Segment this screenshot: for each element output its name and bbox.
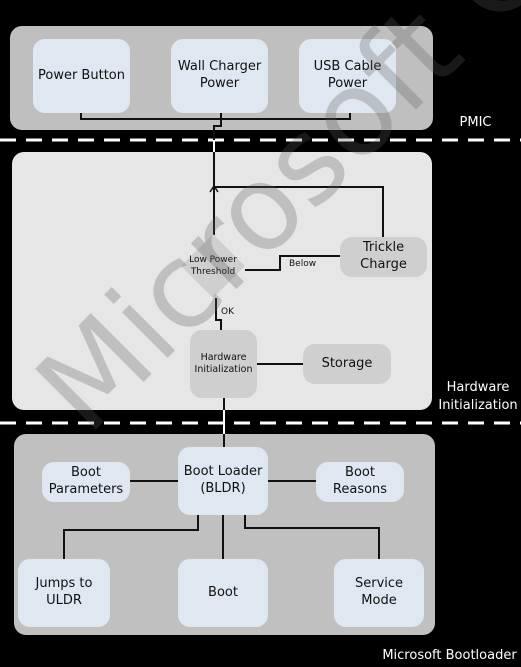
microsoft-bootloader-label: Microsoft Bootloader [382,648,517,663]
hardware-init-box: Hardware Initialization [190,330,257,398]
service-mode-box: Service Mode [334,559,424,627]
storage-box: Storage [303,344,391,384]
usb-cable-box: USB Cable Power [299,39,396,113]
service-line [244,515,380,559]
trickle-charge-box: Trickle Charge [340,237,427,277]
low-power-threshold-text: Low Power Threshold [189,255,237,277]
below-label: Below [289,259,317,269]
boot-flow-diagram: Power Button Wall Charger Power USB Cabl… [0,0,521,667]
boot-loader-box: Boot Loader (BLDR) [178,447,268,515]
ok-label: OK [221,307,234,317]
pmic-label: PMIC [459,115,492,130]
boot-box: Boot [178,559,268,627]
wall-charger-box: Wall Charger Power [171,39,268,113]
power-button-box: Power Button [33,39,130,113]
hardware-init-label: Hardware Initialization [438,380,518,413]
trickle-return-line [214,186,384,237]
boot-reasons-box: Boot Reasons [316,462,404,502]
jumps-to-uldr-box: Jumps to ULDR [18,559,110,627]
boot-parameters-box: Boot Parameters [42,462,130,502]
jumps-line [63,515,199,559]
pmic-to-threshold-line [213,111,222,235]
